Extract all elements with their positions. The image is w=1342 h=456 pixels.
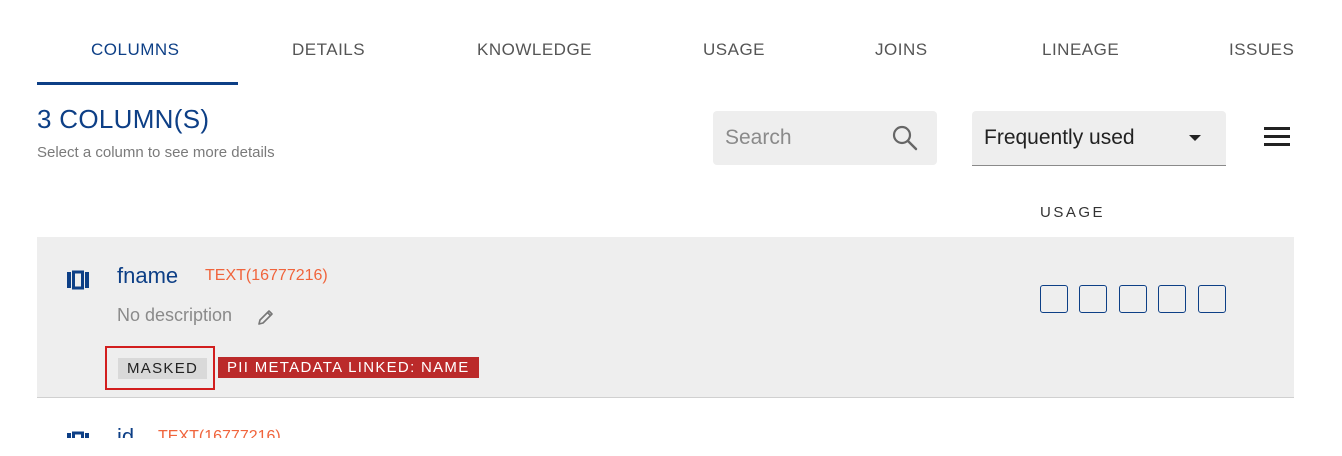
usage-box (1158, 285, 1186, 313)
pencil-icon[interactable] (257, 308, 275, 326)
active-tab-indicator (37, 82, 238, 85)
tab-knowledge[interactable]: KNOWLEDGE (477, 40, 592, 60)
tab-lineage[interactable]: LINEAGE (1042, 40, 1119, 60)
table-row[interactable]: fname TEXT(16777216) No description MASK… (37, 237, 1294, 398)
usage-box (1040, 285, 1068, 313)
menu-icon[interactable] (1264, 127, 1290, 149)
usage-box (1198, 285, 1226, 313)
masked-badge-highlight: MASKED (105, 346, 215, 390)
column-type: TEXT(16777216) (158, 428, 281, 438)
tab-issues[interactable]: ISSUES (1229, 40, 1294, 60)
usage-box (1079, 285, 1107, 313)
chevron-down-icon (1189, 135, 1201, 141)
tab-bar: COLUMNS DETAILS KNOWLEDGE USAGE JOINS LI… (37, 0, 1327, 86)
column-type: TEXT(16777216) (205, 267, 328, 284)
tab-joins[interactable]: JOINS (875, 40, 928, 60)
masked-badge: MASKED (118, 358, 208, 379)
column-description: No description (117, 305, 233, 325)
search-box (713, 111, 937, 165)
sort-select-value: Frequently used (984, 126, 1135, 149)
columns-count-title: 3 COLUMN(S) (37, 104, 210, 134)
columns-subtitle: Select a column to see more details (37, 144, 275, 161)
usage-box (1119, 285, 1147, 313)
table-row[interactable]: id TEXT(16777216) (37, 398, 1294, 438)
column-name[interactable]: fname (117, 263, 178, 289)
search-input[interactable] (713, 111, 883, 165)
tab-details[interactable]: DETAILS (292, 40, 365, 60)
usage-column-header: USAGE (1040, 204, 1106, 221)
pii-badge: PII METADATA LINKED: NAME (218, 357, 479, 378)
search-icon[interactable] (891, 124, 919, 152)
tab-columns[interactable]: COLUMNS (91, 40, 180, 60)
column-icon (67, 270, 89, 290)
sort-select[interactable]: Frequently used (972, 111, 1226, 166)
tab-usage[interactable]: USAGE (703, 40, 765, 60)
column-name[interactable]: id (117, 424, 134, 438)
column-icon (67, 431, 89, 438)
